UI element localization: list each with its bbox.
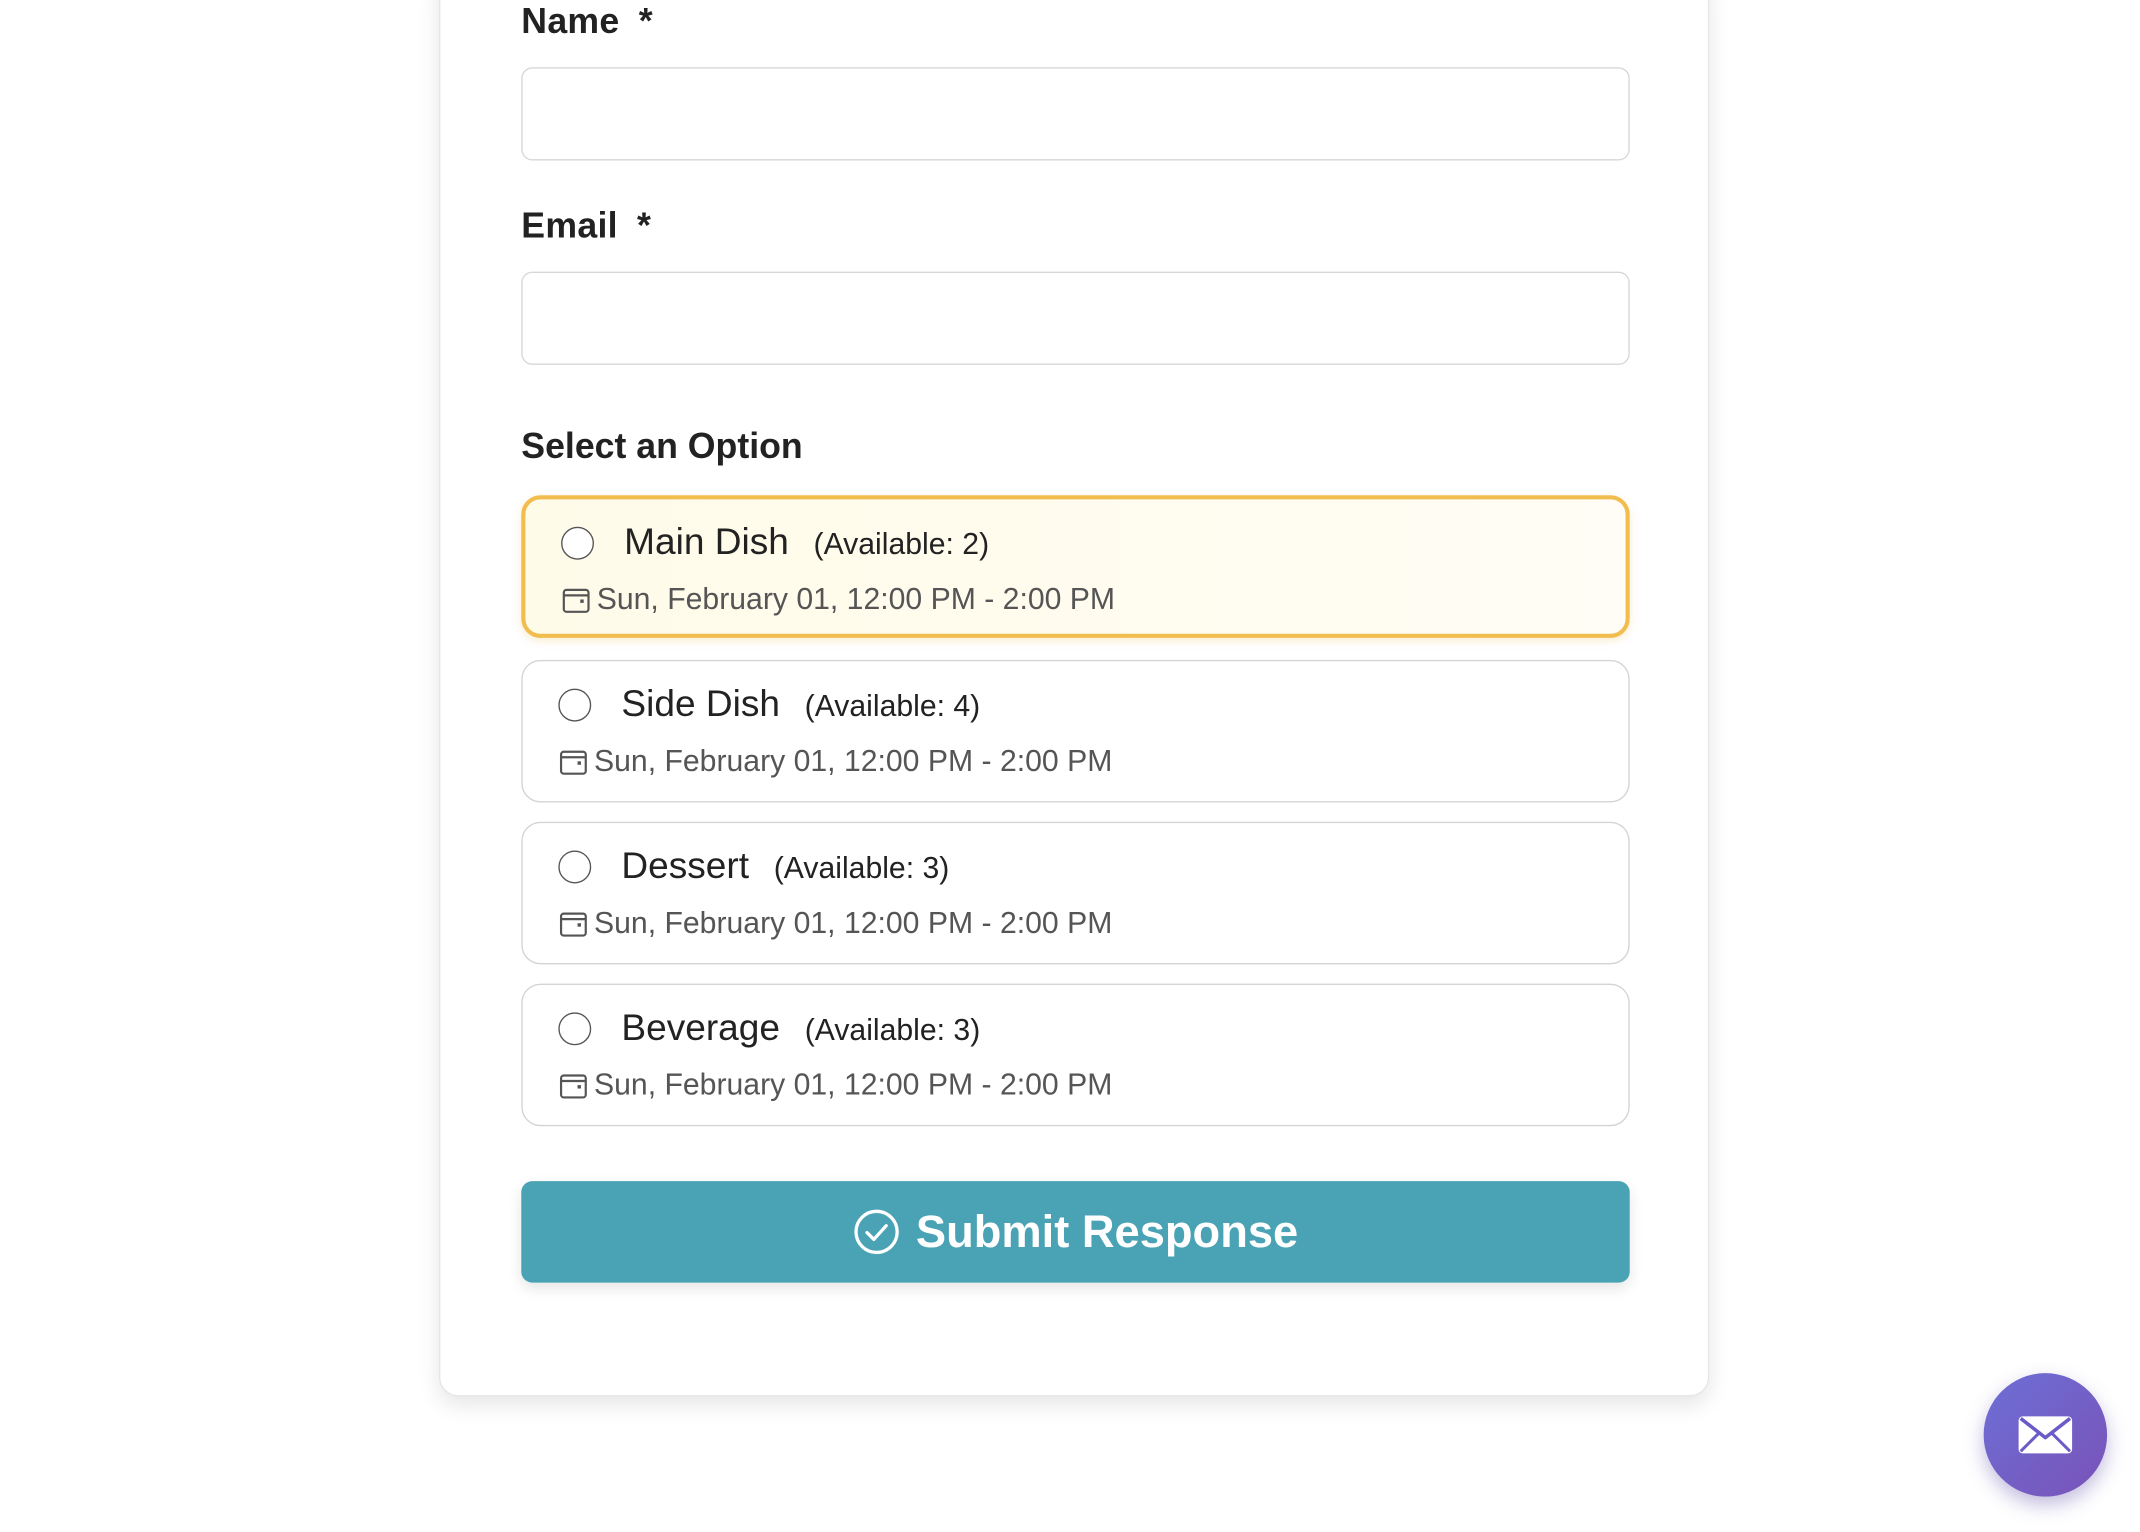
stage: Name * Email * Select an Option Main Dish (…	[0, 0, 2140, 1532]
radio-dessert[interactable]	[558, 850, 592, 884]
option-date: Sun, February 01, 12:00 PM - 2:00 PM	[558, 1067, 1112, 1103]
option-title: Beverage (Available: 3)	[621, 1007, 980, 1050]
radio-main-dish[interactable]	[561, 526, 594, 560]
option-availability: (Available: 2)	[813, 526, 990, 562]
name-label: Name *	[521, 0, 653, 43]
submit-response-button[interactable]: Submit Response	[521, 1181, 1630, 1283]
option-name: Dessert	[621, 845, 750, 887]
option-side-dish[interactable]: Side Dish (Available: 4) Sun, February 01…	[521, 659, 1630, 803]
calendar-icon	[559, 1074, 587, 1099]
name-label-text: Name	[521, 0, 620, 42]
check-circle-icon	[853, 1209, 899, 1255]
name-required-marker: *	[638, 0, 653, 42]
option-title: Side Dish (Available: 4)	[621, 683, 980, 726]
option-name: Side Dish	[621, 683, 780, 725]
option-beverage[interactable]: Beverage (Available: 3) Sun, February 01,…	[521, 983, 1630, 1127]
email-input[interactable]	[521, 271, 1630, 365]
option-date: Sun, February 01, 12:00 PM - 2:00 PM	[561, 582, 1115, 618]
option-title: Main Dish (Available: 2)	[624, 521, 989, 564]
option-date-text: Sun, February 01, 12:00 PM - 2:00 PM	[593, 743, 1113, 778]
envelope-icon	[2018, 1416, 2073, 1454]
option-date: Sun, February 01, 12:00 PM - 2:00 PM	[558, 905, 1112, 941]
option-availability: (Available: 4)	[804, 688, 981, 723]
option-date-text: Sun, February 01, 12:00 PM - 2:00 PM	[593, 1067, 1113, 1102]
email-label: Email *	[521, 204, 651, 247]
option-title: Dessert (Available: 3)	[621, 845, 949, 888]
option-name: Main Dish	[624, 521, 789, 563]
page: Name * Email * Select an Option Main Dish (…	[0, 0, 2140, 1532]
calendar-icon	[562, 588, 590, 613]
calendar-icon	[559, 912, 587, 937]
option-main-dish[interactable]: Main Dish (Available: 2) Sun, February 01…	[521, 495, 1630, 638]
email-required-marker: *	[637, 204, 652, 246]
option-name: Beverage	[621, 1006, 780, 1049]
contact-fab-button[interactable]	[1983, 1373, 2108, 1497]
option-date: Sun, February 01, 12:00 PM - 2:00 PM	[558, 744, 1112, 780]
name-input[interactable]	[521, 67, 1630, 161]
option-dessert[interactable]: Dessert (Available: 3) Sun, February 01, …	[521, 821, 1630, 965]
email-label-text: Email	[521, 204, 618, 246]
option-date-text: Sun, February 01, 12:00 PM - 2:00 PM	[596, 581, 1116, 616]
options-title: Select an Option	[521, 425, 803, 467]
radio-side-dish[interactable]	[558, 688, 592, 722]
calendar-icon	[559, 750, 587, 775]
option-date-text: Sun, February 01, 12:00 PM - 2:00 PM	[593, 905, 1113, 940]
option-availability: (Available: 3)	[804, 1012, 981, 1047]
radio-beverage[interactable]	[558, 1012, 592, 1046]
submit-label: Submit Response	[915, 1205, 1299, 1257]
option-availability: (Available: 3)	[773, 850, 950, 885]
